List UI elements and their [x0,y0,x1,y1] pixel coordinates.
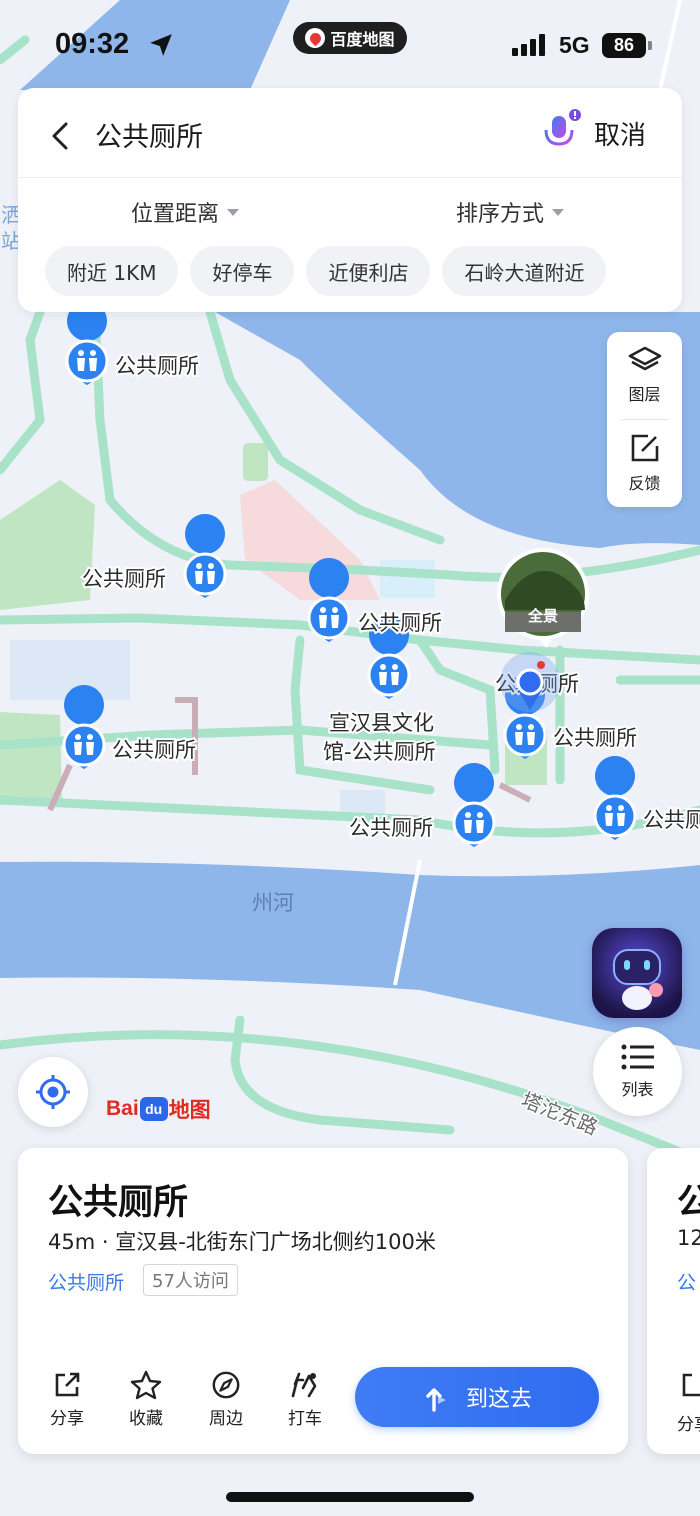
locate-icon [36,1075,70,1109]
share-button[interactable]: 分享 [37,1370,97,1429]
taxi-label: 打车 [288,1409,322,1429]
poi-label[interactable]: 公共厕所 [641,806,700,834]
place-address: 45m · 宣汉县-北街东门广场北侧约100米 [48,1230,436,1254]
voice-mic-icon[interactable] [538,108,582,156]
place-title: 公 [677,1183,700,1223]
search-query[interactable]: 公共厕所 [95,115,203,154]
ai-assistant-button[interactable] [592,928,682,1018]
feedback-button[interactable]: 反馈 [607,420,682,506]
place-title: 公共厕所 [48,1183,189,1223]
map-tools: 图层 反馈 [607,332,682,507]
layers-label: 图层 [628,385,661,404]
favorite-label: 收藏 [129,1409,163,1429]
chip-row: 附近 1KM 好停车 近便利店 石岭大道附近 [45,246,607,296]
filter-sort[interactable]: 排序方式 [456,196,565,228]
search-panel: 公共厕所 取消 位置距离 排序方式 附近 1KM 好停车 近便利店 石岭大道附近 [18,88,682,312]
poi-label[interactable]: 宣汉县文化 [327,709,436,737]
poi-label[interactable]: 公共厕所 [551,724,639,752]
divider [18,177,682,178]
chip-area[interactable]: 石岭大道附近 [442,246,607,296]
feedback-label: 反馈 [628,474,661,493]
place-category[interactable]: 公共厕所 [48,1268,124,1295]
locate-me-button[interactable] [18,1057,88,1127]
nearby-button[interactable]: 周边 [196,1370,256,1429]
visit-count-badge: 57人访问 [143,1264,238,1296]
filter-label: 排序方式 [456,202,545,227]
list-button[interactable]: 列表 [593,1027,682,1116]
back-icon[interactable] [48,120,72,152]
battery-tip [648,41,652,50]
go-here-button[interactable]: 到这去 [355,1367,599,1427]
block [380,560,435,598]
network-type: 5G [559,32,590,58]
battery-icon: 86 [602,33,646,58]
status-time: 09:32 [55,28,130,60]
app-indicator[interactable]: 百度地图 [293,22,407,54]
taxi-icon [291,1372,317,1398]
share-label: 分享 [50,1409,84,1429]
poi-label[interactable]: 公共厕所 [347,814,435,842]
caret-down-icon [227,208,240,216]
chip-nearby[interactable]: 附近 1KM [45,246,179,296]
compass-icon [212,1371,240,1399]
park-southwest [0,712,62,805]
result-card-next[interactable]: 公 12 公 分享 [647,1148,700,1454]
feedback-edit-icon [631,434,658,462]
poi-label[interactable]: 公共厕所 [110,736,198,764]
taxi-button[interactable]: 打车 [275,1370,335,1429]
robot-icon [613,949,663,1010]
chip-parking[interactable]: 好停车 [190,246,295,296]
share-icon [55,1372,80,1397]
poi-label[interactable]: 馆-公共厕所 [321,738,438,766]
result-card[interactable]: 公共厕所 45m · 宣汉县-北街东门广场北侧约100米 公共厕所 57人访问 … [18,1148,628,1454]
river-label: 州河 [252,891,294,915]
go-here-label: 到这去 [465,1387,532,1412]
route-arrow-icon [426,1388,446,1412]
layers-icon [628,346,661,371]
current-location-icon [500,652,560,712]
park-small [243,443,268,481]
app-indicator-label: 百度地图 [330,30,395,49]
caret-down-icon [552,208,565,216]
home-indicator[interactable] [226,1492,474,1502]
share-label: 分享 [677,1415,700,1435]
list-icon [621,1044,654,1069]
chip-convenience-store[interactable]: 近便利店 [306,246,431,296]
star-icon [130,1370,162,1400]
share-icon[interactable] [679,1370,700,1400]
map-pin-icon [305,28,326,48]
poi-label[interactable]: 公共厕所 [80,565,168,593]
place-category: 公 [677,1272,697,1294]
filter-distance[interactable]: 位置距离 [131,196,240,228]
place-distance: 12 [677,1226,700,1250]
poi-label[interactable]: 公共厕所 [356,609,444,637]
street-view-label: 全景 [527,607,558,625]
baidu-map-logo: Bai du 地图 [106,1097,211,1122]
location-arrow-icon [150,34,172,56]
favorite-button[interactable]: 收藏 [116,1370,176,1429]
cell-signal-icon [512,34,545,56]
filter-label: 位置距离 [131,202,220,227]
status-bar: 09:32 百度地图 5G 86 [0,0,700,90]
list-label: 列表 [621,1079,654,1099]
layers-button[interactable]: 图层 [607,332,682,418]
poi-label[interactable]: 公共厕所 [113,352,201,380]
cancel-button[interactable]: 取消 [594,115,646,152]
nearby-label: 周边 [209,1409,243,1429]
